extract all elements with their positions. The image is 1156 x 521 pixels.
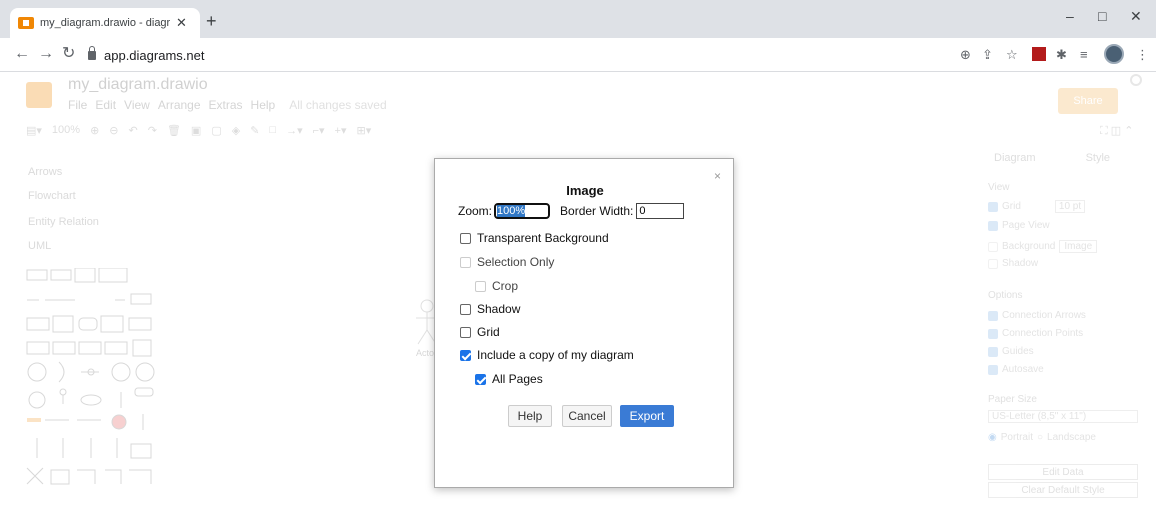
zoom-label: Zoom: xyxy=(458,204,493,218)
export-image-dialog: × Image Zoom: Border Width: Transparent … xyxy=(434,158,734,488)
share-page-icon[interactable]: ⇪ xyxy=(982,47,993,63)
zoom-border-row: Zoom: Border Width: xyxy=(458,202,685,220)
browser-tab[interactable]: my_diagram.drawio - diagrams.n ✕ xyxy=(10,8,200,38)
zoom-indicator-icon[interactable]: ⊕ xyxy=(960,47,971,63)
selection-only-checkbox[interactable] xyxy=(460,256,471,268)
selection-only-label: Selection Only xyxy=(477,255,555,269)
include-copy-checkbox[interactable] xyxy=(460,349,471,361)
browser-menu-icon[interactable]: ⋮ xyxy=(1136,47,1149,63)
dialog-close-icon[interactable]: × xyxy=(714,169,721,183)
grid-label-dialog: Grid xyxy=(477,325,500,339)
shadow-option-dialog[interactable]: Shadow xyxy=(460,302,520,316)
maximize-button[interactable]: □ xyxy=(1098,8,1106,24)
crop-option[interactable]: Crop xyxy=(475,279,518,293)
tab-close-icon[interactable]: ✕ xyxy=(176,15,187,31)
back-arrow-icon[interactable]: ← xyxy=(14,46,30,62)
all-pages-option[interactable]: All Pages xyxy=(475,372,543,386)
crop-checkbox[interactable] xyxy=(475,280,486,292)
cancel-button-label: Cancel xyxy=(568,409,606,423)
url-field[interactable]: app.diagrams.net xyxy=(88,46,205,63)
include-copy-option[interactable]: Include a copy of my diagram xyxy=(460,348,634,362)
profile-avatar-icon[interactable] xyxy=(1104,44,1124,67)
crop-label: Crop xyxy=(492,279,519,293)
zoom-input[interactable] xyxy=(493,202,552,220)
transparent-background-checkbox[interactable] xyxy=(460,232,471,244)
minimize-button[interactable]: – xyxy=(1066,8,1074,24)
help-button-label: Help xyxy=(517,409,543,423)
browser-tab-strip: my_diagram.drawio - diagrams.n ✕ + – □ ✕ xyxy=(0,0,1156,38)
grid-option-dialog[interactable]: Grid xyxy=(460,325,500,339)
export-button-label: Export xyxy=(629,409,665,423)
cancel-button[interactable]: Cancel xyxy=(562,405,612,427)
forward-arrow-icon[interactable]: → xyxy=(38,46,54,62)
selection-only-option[interactable]: Selection Only xyxy=(460,255,554,269)
shadow-checkbox[interactable] xyxy=(460,303,471,315)
extensions-puzzle-icon[interactable]: ✱ xyxy=(1056,47,1067,63)
pdf-extension-icon[interactable] xyxy=(1032,47,1046,64)
transparent-background-label: Transparent Background xyxy=(477,231,609,245)
lock-icon xyxy=(88,46,96,60)
reading-list-icon[interactable]: ≡ xyxy=(1080,47,1088,62)
drawio-favicon-icon xyxy=(18,17,34,29)
tab-title: my_diagram.drawio - diagrams.n xyxy=(40,17,170,29)
window-close-button[interactable]: ✕ xyxy=(1130,8,1142,25)
new-tab-button[interactable]: + xyxy=(206,12,217,30)
export-button[interactable]: Export xyxy=(620,405,674,427)
border-width-input[interactable] xyxy=(636,203,685,219)
all-pages-label: All Pages xyxy=(492,372,543,386)
help-button[interactable]: Help xyxy=(508,405,552,427)
shadow-label: Shadow xyxy=(477,302,521,316)
include-copy-label: Include a copy of my diagram xyxy=(477,348,634,362)
reload-icon[interactable]: ↻ xyxy=(62,46,75,62)
bookmark-star-icon[interactable]: ☆ xyxy=(1006,47,1018,63)
grid-checkbox-dialog[interactable] xyxy=(460,326,471,338)
all-pages-checkbox[interactable] xyxy=(475,373,486,385)
border-width-label: Border Width: xyxy=(560,204,634,218)
address-bar: ← → ↻ app.diagrams.net ⊕ ⇪ ☆ ✱ ≡ ⋮ xyxy=(0,38,1156,72)
dialog-title: Image xyxy=(566,183,604,198)
transparent-background-option[interactable]: Transparent Background xyxy=(460,231,609,245)
url-text: app.diagrams.net xyxy=(104,48,205,63)
